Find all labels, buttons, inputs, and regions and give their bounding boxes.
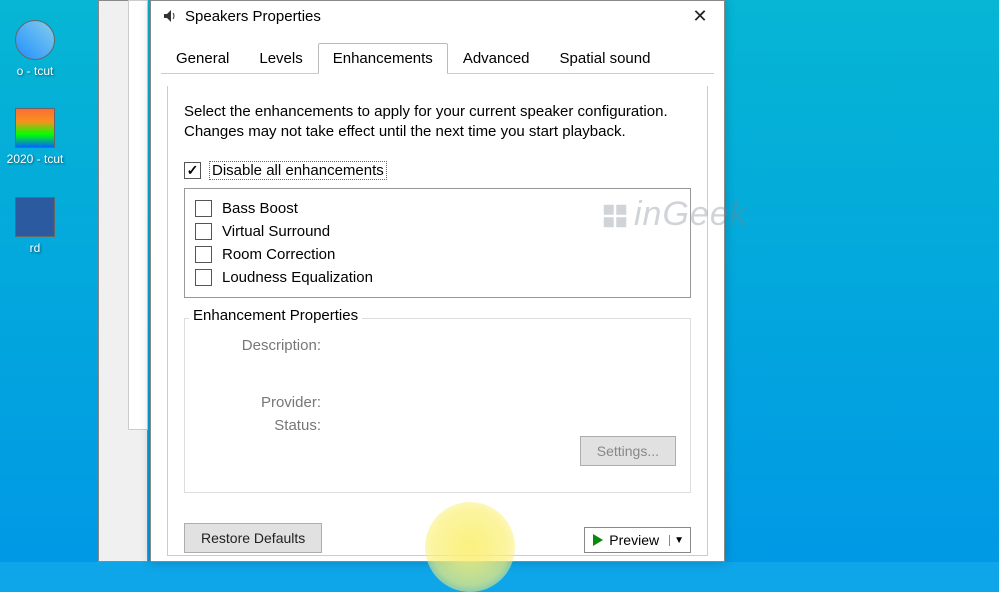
desktop-icons-area: o - tcut 2020 - tcut rd <box>0 20 70 285</box>
desktop-shortcut[interactable]: rd <box>0 197 70 255</box>
shortcut-icon <box>15 108 55 148</box>
bottom-button-row: Restore Defaults Preview ▼ <box>184 523 691 553</box>
dialog-title: Speakers Properties <box>185 8 321 25</box>
tab-levels[interactable]: Levels <box>244 43 317 74</box>
shortcut-label: o - tcut <box>0 64 70 78</box>
checkbox-icon <box>184 162 201 179</box>
shortcut-icon <box>15 20 55 60</box>
properties-legend: Enhancement Properties <box>189 307 362 324</box>
chevron-down-icon[interactable]: ▼ <box>669 535 684 546</box>
checkbox-icon <box>195 200 212 217</box>
enhancement-properties-group: Enhancement Properties Description: Prov… <box>184 318 691 493</box>
preview-button[interactable]: Preview ▼ <box>584 527 691 553</box>
desktop-shortcut[interactable]: o - tcut <box>0 20 70 78</box>
disable-all-label: Disable all enhancements <box>209 161 387 180</box>
enhancement-label: Bass Boost <box>222 200 298 217</box>
speaker-icon <box>161 8 177 24</box>
background-window-inner <box>128 0 148 430</box>
status-label: Status: <box>199 417 329 434</box>
checkbox-icon <box>195 269 212 286</box>
provider-label: Provider: <box>199 394 329 411</box>
restore-defaults-button[interactable]: Restore Defaults <box>184 523 322 553</box>
checkbox-icon <box>195 246 212 263</box>
panel-description: Select the enhancements to apply for you… <box>184 102 691 143</box>
close-button[interactable]: ✕ <box>680 2 720 30</box>
tab-strip: General Levels Enhancements Advanced Spa… <box>151 43 724 74</box>
play-icon <box>593 534 603 546</box>
titlebar: Speakers Properties ✕ <box>151 1 724 31</box>
preview-label: Preview <box>609 532 659 548</box>
tab-enhancements[interactable]: Enhancements <box>318 43 448 74</box>
enhancement-label: Virtual Surround <box>222 223 330 240</box>
settings-button[interactable]: Settings... <box>580 436 676 466</box>
tab-general[interactable]: General <box>161 43 244 74</box>
enhancement-loudness-equalization[interactable]: Loudness Equalization <box>195 266 680 289</box>
enhancements-panel: Select the enhancements to apply for you… <box>167 86 708 556</box>
shortcut-label: 2020 - tcut <box>0 152 70 166</box>
disable-all-checkbox[interactable]: Disable all enhancements <box>184 161 387 180</box>
description-label: Description: <box>199 337 329 354</box>
tab-spatial-sound[interactable]: Spatial sound <box>545 43 666 74</box>
speakers-properties-dialog: Speakers Properties ✕ General Levels Enh… <box>150 0 725 562</box>
shortcut-icon <box>15 197 55 237</box>
tab-advanced[interactable]: Advanced <box>448 43 545 74</box>
desktop-shortcut[interactable]: 2020 - tcut <box>0 108 70 166</box>
watermark: inGeek <box>600 195 748 234</box>
enhancement-room-correction[interactable]: Room Correction <box>195 243 680 266</box>
shortcut-label: rd <box>0 241 70 255</box>
checkbox-icon <box>195 223 212 240</box>
enhancement-label: Loudness Equalization <box>222 269 373 286</box>
enhancement-label: Room Correction <box>222 246 335 263</box>
